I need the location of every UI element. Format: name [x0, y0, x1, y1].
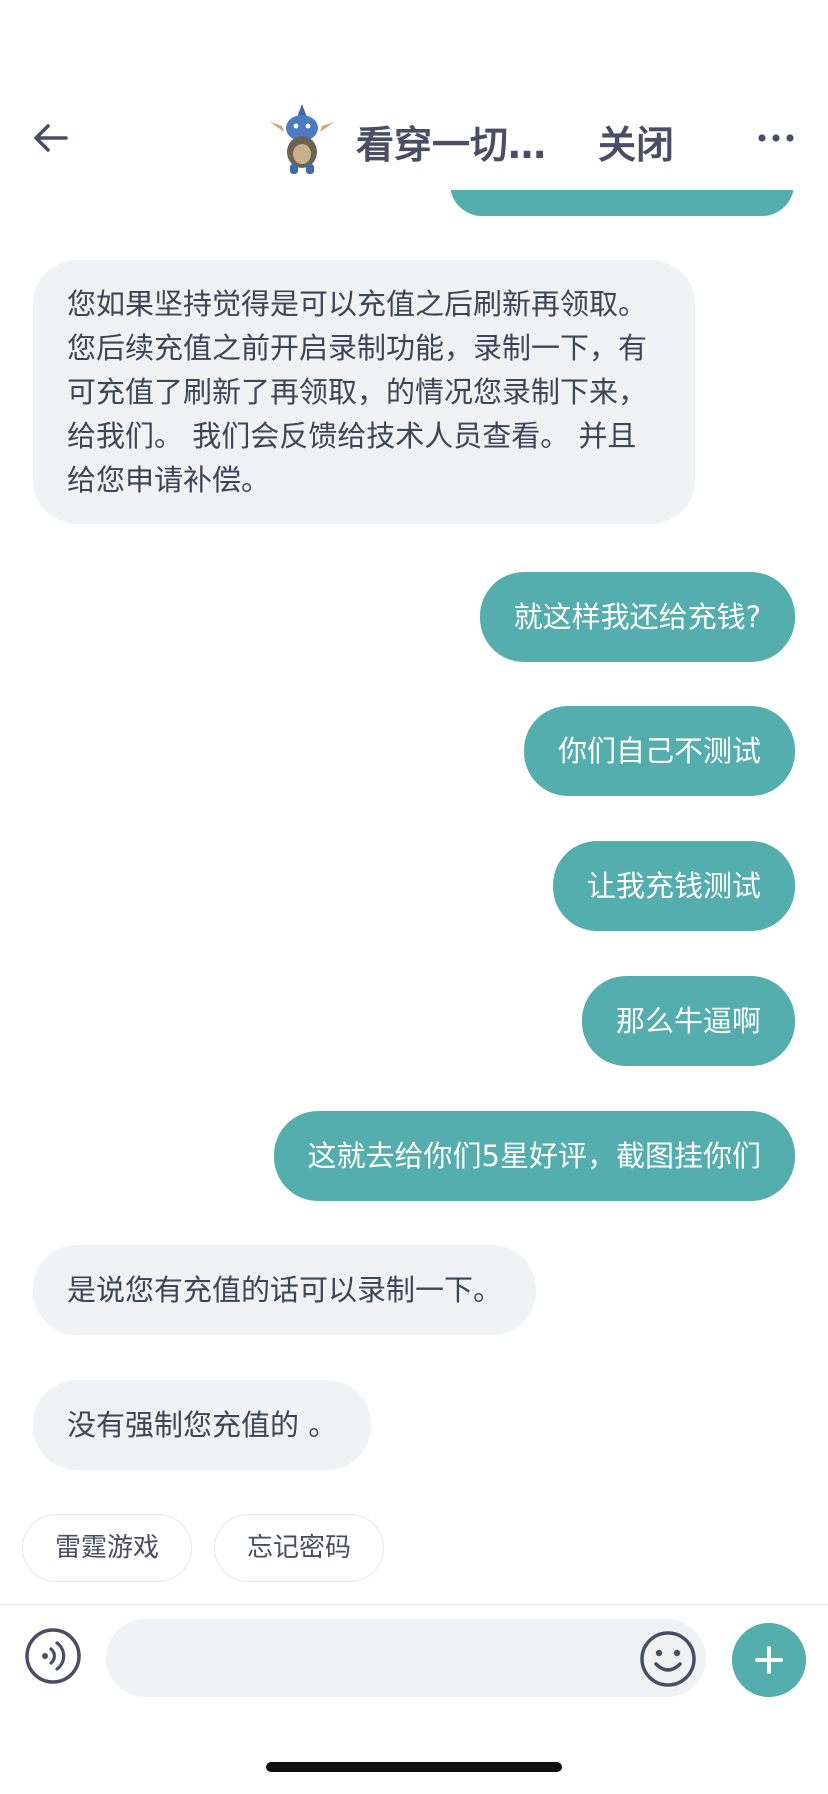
message-bubble-incoming: 您如果坚持觉得是可以充值之后刷新再领取。 您后续充值之前开启录制功能，录制一下，… — [33, 260, 695, 524]
message-text: 你们自己不测试 — [557, 734, 761, 768]
voice-input-icon[interactable] — [24, 1627, 82, 1685]
message-bubble-outgoing: 就这样我还给充钱? — [479, 572, 795, 662]
message-input[interactable] — [106, 1619, 706, 1697]
message-text: 就这样我还给充钱? — [513, 600, 761, 634]
message-text: 那么牛逼啊 — [615, 1004, 761, 1038]
message-text: 是说您有充值的话可以录制一下。 — [67, 1273, 503, 1307]
quick-reply-chip[interactable]: 忘记密码 — [214, 1514, 385, 1582]
home-indicator — [266, 1762, 562, 1772]
message-bubble-outgoing: 你们自己不测试 — [523, 706, 795, 796]
emoji-icon[interactable] — [638, 1629, 698, 1689]
agent-avatar — [270, 104, 334, 174]
plus-icon[interactable] — [732, 1623, 806, 1697]
message-text: 让我充钱测试 — [586, 869, 761, 903]
chat-title: 看穿一切… — [356, 123, 547, 167]
message-bubble-incoming: 没有强制您充值的 。 — [33, 1380, 372, 1470]
message-text: 这就去给你们5星好评，截图挂你们 — [307, 1139, 761, 1173]
back-arrow-icon[interactable] — [30, 118, 70, 158]
message-text: 没有强制您充值的 。 — [67, 1408, 338, 1442]
quick-reply-chip[interactable]: 雷霆游戏 — [22, 1514, 193, 1582]
message-bubble-outgoing: 让我充钱测试 — [552, 841, 795, 931]
message-bubble-outgoing: 这就去给你们5星好评，截图挂你们 — [273, 1111, 795, 1201]
message-text: 您如果坚持觉得是可以充值之后刷新再领取。 您后续充值之前开启录制功能，录制一下，… — [67, 287, 648, 497]
quick-reply-bar: 雷霆游戏 忘记密码 — [22, 1514, 385, 1582]
message-bubble-outgoing: 那么牛逼啊 — [581, 976, 795, 1066]
message-bubble-incoming: 是说您有充值的话可以录制一下。 — [33, 1245, 537, 1335]
more-options-icon[interactable] — [756, 126, 796, 150]
close-button[interactable]: 关闭 — [598, 114, 674, 169]
chat-header: 看穿一切… 关闭 — [0, 0, 828, 190]
